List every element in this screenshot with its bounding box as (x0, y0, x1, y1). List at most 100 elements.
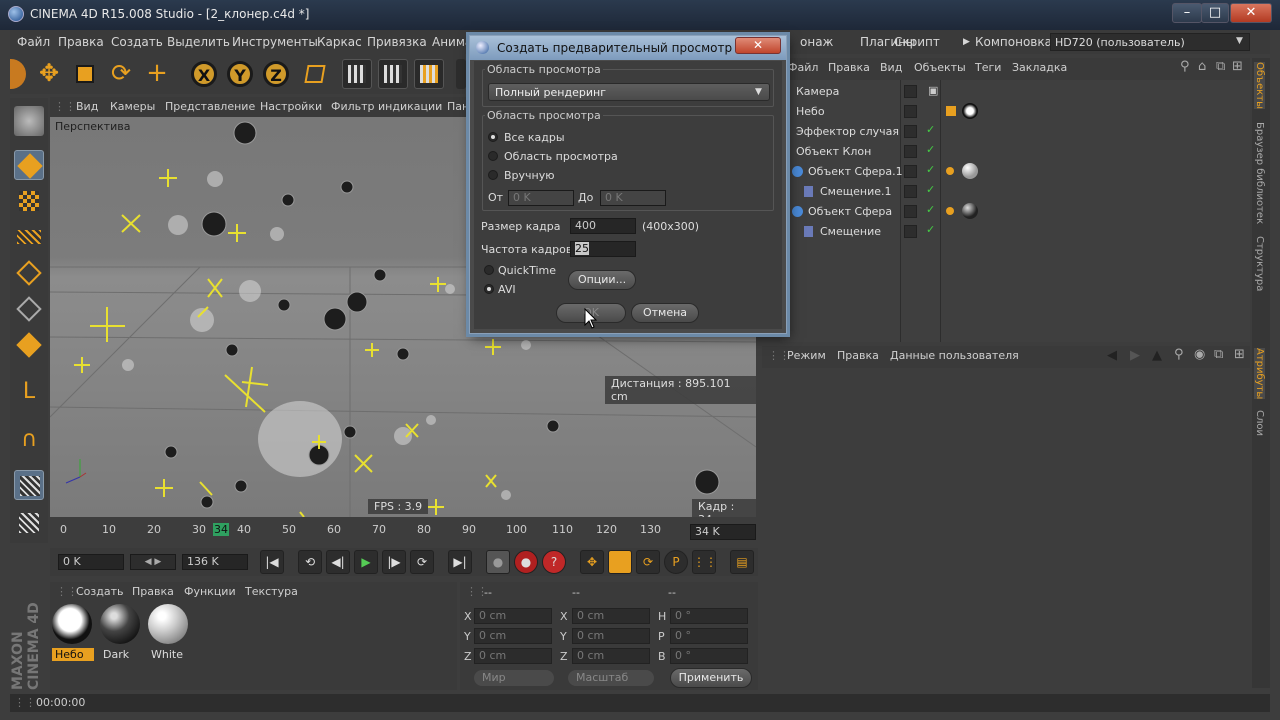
object-menu-bookmarks[interactable]: Закладка (1012, 61, 1067, 74)
start-frame-field[interactable]: 0 K (58, 554, 124, 570)
object-row-displacer-1[interactable]: Смещение.1 ✓ (780, 182, 1250, 202)
goto-end-icon[interactable]: ▶| (448, 550, 472, 574)
viewport-menu-panel[interactable]: Пан (447, 100, 469, 113)
workplane-icon[interactable] (14, 222, 44, 252)
radio-preview-range[interactable] (488, 151, 498, 161)
rotation-h-field[interactable]: 0 ° (670, 608, 748, 624)
menu-create[interactable]: Создать (111, 35, 163, 49)
position-x-field[interactable]: 0 cm (474, 608, 552, 624)
object-menu-objects[interactable]: Объекты (914, 61, 966, 74)
undo-icon[interactable] (10, 59, 26, 89)
object-row-cloner[interactable]: Объект Клон ✓ (780, 142, 1250, 162)
enabled-check-icon[interactable]: ✓ (926, 203, 935, 216)
y-axis-button[interactable]: Y (227, 61, 253, 87)
visibility-toggle[interactable] (904, 85, 917, 98)
search-icon[interactable]: ⚲ (1174, 347, 1184, 362)
planar-workplane-icon[interactable] (14, 508, 44, 538)
from-field[interactable]: 0 K (508, 190, 574, 206)
tab-objects[interactable]: Объекты (1254, 62, 1265, 110)
move-tool-icon[interactable]: ✥ (34, 59, 64, 89)
viewport-menu-options[interactable]: Настройки (260, 100, 322, 113)
close-button[interactable]: ✕ (1230, 3, 1272, 23)
model-mode-icon[interactable] (14, 150, 44, 180)
timeline-ruler[interactable]: 0 10 20 30 34 40 50 60 70 80 90 100 110 … (50, 520, 758, 542)
camera-tag-icon[interactable]: ▣ (928, 84, 938, 97)
render-mode-select[interactable]: Полный рендеринг ▼ (488, 83, 770, 101)
texture-mode-icon[interactable] (14, 186, 44, 216)
material-tag-icon[interactable] (962, 203, 978, 219)
visibility-toggle[interactable] (904, 145, 917, 158)
size-x-field[interactable]: 0 cm (572, 608, 650, 624)
material-tag-icon[interactable] (962, 163, 978, 179)
object-row-camera[interactable]: Камера ▣ (780, 82, 1250, 102)
material-sky[interactable]: Небо (52, 604, 94, 661)
menu-snap[interactable]: Привязка (367, 35, 427, 49)
record-keys-icon[interactable]: ● (486, 550, 510, 574)
material-white[interactable]: White (148, 604, 190, 661)
attr-menu-mode[interactable]: Режим (787, 349, 826, 362)
snap-magnet-icon[interactable]: ∩ (14, 426, 44, 456)
rotation-p-field[interactable]: 0 ° (670, 628, 748, 644)
visibility-toggle[interactable] (904, 185, 917, 198)
frame-rate-field[interactable]: 25 (570, 241, 636, 257)
tab-structure[interactable]: Структура (1254, 236, 1265, 291)
goto-next-key-icon[interactable]: ⟳ (410, 550, 434, 574)
key-parameter-icon[interactable]: P (664, 550, 688, 574)
phong-tag-icon[interactable] (946, 207, 954, 215)
key-pla-icon[interactable]: ⋮⋮ (692, 550, 717, 574)
z-axis-button[interactable]: Z (263, 61, 289, 87)
home-icon[interactable]: ⌂ (1198, 59, 1206, 74)
panel-menu-icon[interactable]: ⊞ (1232, 59, 1243, 74)
points-mode-icon[interactable] (14, 258, 44, 288)
coord-mode-select[interactable]: Мир (474, 670, 554, 686)
new-window-icon[interactable]: ⧉ (1216, 59, 1225, 74)
keyframe-selection-icon[interactable]: ? (542, 550, 566, 574)
rotation-b-field[interactable]: 0 ° (670, 648, 748, 664)
play-icon[interactable]: ▶ (354, 550, 378, 574)
menu-mesh[interactable]: Каркас (317, 35, 362, 49)
visibility-toggle[interactable] (904, 165, 917, 178)
tab-layers[interactable]: Слои (1254, 410, 1265, 436)
enabled-check-icon[interactable]: ✓ (926, 223, 935, 236)
coord-scale-select[interactable]: Масштаб (568, 670, 654, 686)
timeline-current-frame[interactable]: 34 (213, 523, 229, 536)
object-row-sky[interactable]: Небо (780, 102, 1250, 122)
size-y-field[interactable]: 0 cm (572, 628, 650, 644)
phong-tag-icon[interactable] (946, 167, 954, 175)
material-menu-edit[interactable]: Правка (132, 585, 174, 598)
attr-menu-edit[interactable]: Правка (837, 349, 879, 362)
edges-mode-icon[interactable] (14, 294, 44, 324)
menu-script[interactable]: Скрипт (894, 35, 940, 49)
radio-quicktime[interactable] (484, 265, 494, 275)
prev-frame-icon[interactable]: ◀| (326, 550, 350, 574)
render-picture-viewer-icon[interactable] (378, 59, 408, 89)
size-z-field[interactable]: 0 cm (572, 648, 650, 664)
timeline-window-icon[interactable]: ▤ (730, 550, 754, 574)
menu-tools[interactable]: Инструменты (232, 35, 318, 49)
key-rotation-icon[interactable]: ⟳ (636, 550, 660, 574)
toolbar-overflow[interactable] (456, 59, 466, 89)
grip-handle[interactable]: ⋮⋮ (54, 100, 76, 113)
object-row-displacer[interactable]: Смещение ✓ (780, 222, 1250, 242)
live-select-icon[interactable]: + (142, 59, 172, 89)
render-view-icon[interactable] (342, 59, 372, 89)
material-menu-functions[interactable]: Функции (184, 585, 236, 598)
frame-size-field[interactable]: 400 (570, 218, 636, 234)
x-axis-button[interactable]: X (191, 61, 217, 87)
object-row-random-effector[interactable]: Эффектор случая ✓ (780, 122, 1250, 142)
object-row-sphere[interactable]: Объект Сфера ✓ (780, 202, 1250, 222)
material-dark[interactable]: Dark (100, 604, 142, 661)
position-z-field[interactable]: 0 cm (474, 648, 552, 664)
menu-animate[interactable]: Анима (432, 35, 472, 49)
back-arrow-icon[interactable]: ◀ (1107, 348, 1117, 363)
key-scale-icon[interactable] (608, 550, 632, 574)
visibility-toggle[interactable] (904, 105, 917, 118)
material-menu-texture[interactable]: Текстура (245, 585, 298, 598)
rotate-tool-icon[interactable]: ⟳ (106, 59, 136, 89)
axis-mode-icon[interactable]: L (14, 378, 44, 408)
lock-icon[interactable]: ◉ (1194, 347, 1205, 362)
dialog-title-bar[interactable]: Создать предварительный просмотр ✕ (470, 36, 786, 60)
object-menu-tags[interactable]: Теги (975, 61, 1001, 74)
position-y-field[interactable]: 0 cm (474, 628, 552, 644)
cancel-button[interactable]: Отмена (631, 303, 699, 323)
